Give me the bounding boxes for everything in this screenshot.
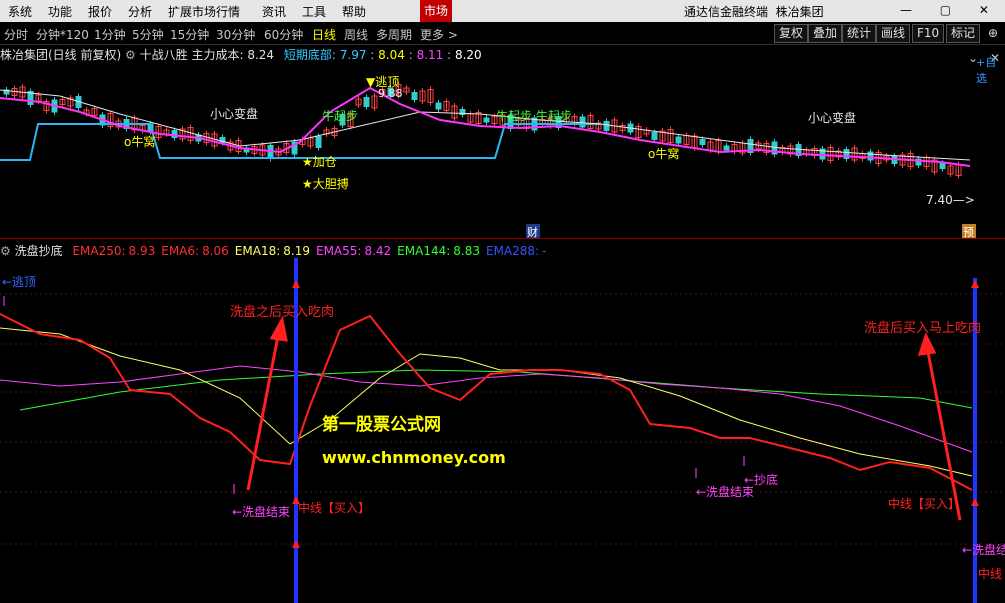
low-price-label: 7.40—> — [926, 193, 975, 207]
main-chart-title: 株冶集团(日线 前复权) ⚙ 十战八胜 主力成本: 8.24 短期底部: 7.9… — [0, 48, 482, 62]
stock-name: 株冶集团 — [775, 5, 824, 19]
menu-item-analysis[interactable]: 分析 — [128, 3, 152, 20]
niu-wo-label-2: o牛窝 — [648, 146, 679, 161]
zhongxian-label-1: 中线【买入】 — [298, 500, 370, 515]
watermark-title: 第一股票公式网 — [322, 414, 441, 435]
menu-item-tools[interactable]: 工具 — [302, 3, 326, 20]
jiacang-label: ★加仓 — [302, 155, 337, 169]
sub-chart[interactable]: ←逃顶 洗盘之后买入吃肉 洗盘后买入马上吃肉 ←洗盘结束 中线【买入】 ←洗盘结… — [0, 258, 1005, 603]
bottom-value-2: 8.04 — [378, 48, 405, 62]
ema55-line — [0, 365, 973, 453]
ema-legend-0: EMA250: 8.93 — [72, 244, 156, 258]
period-min120[interactable]: 分钟*120 — [36, 26, 89, 43]
cost-value: 8.24 — [247, 48, 275, 62]
menu-item-system[interactable]: 系统 — [8, 3, 32, 20]
expand-icon[interactable]: ⊕ — [988, 26, 998, 40]
zhongxian-label-2: 中线【买入】 — [888, 496, 960, 511]
careful-label-2: 小心变盘 — [808, 110, 856, 125]
indicator-name[interactable]: 十战八胜 — [140, 48, 188, 62]
menu-item-function[interactable]: 功能 — [48, 3, 72, 20]
period-60min[interactable]: 60分钟 — [264, 26, 303, 43]
menu-item-quote[interactable]: 报价 — [88, 3, 112, 20]
menu-item-extended-market[interactable]: 扩展市场行情 — [168, 3, 240, 20]
forecast-marker-label: 预 — [963, 226, 974, 238]
gear-icon[interactable]: ⚙ — [0, 244, 11, 258]
ema-legend-4: EMA144: 8.83 — [397, 244, 480, 258]
statistics-button[interactable]: 统计 — [842, 24, 877, 43]
period-1min[interactable]: 1分钟 — [94, 26, 126, 43]
bottom-value-4: 8.20 — [454, 48, 482, 62]
wash-end-label-1: ←洗盘结束 — [232, 504, 290, 519]
ema-legend-3: EMA55: 8.42 — [315, 244, 392, 258]
period-toolbar: 分时 分钟*120 1分钟 5分钟 15分钟 30分钟 60分钟 日线 周线 多… — [0, 22, 1005, 45]
main-chart[interactable]: 小心变盘 小心变盘 ▼逃顶 9.88 牛起步 牛起步 牛起步 o牛窝 o牛窝 ★… — [0, 62, 1005, 238]
sub-indicator-name[interactable]: 洗盘抄底 — [15, 244, 63, 258]
buy-after-label-2: 洗盘后买入马上吃肉 — [864, 320, 981, 336]
period-weekly[interactable]: 周线 — [344, 26, 368, 43]
app-title: 通达信金融终端 株冶集团 — [684, 5, 824, 19]
ema-legend-5: EMA288: - — [485, 244, 547, 258]
window-controls[interactable]: — ▢ ✕ — [900, 3, 1001, 17]
finance-marker-label: 财 — [527, 225, 538, 238]
panel-divider — [0, 238, 1005, 239]
cost-label: 主力成本: — [191, 48, 244, 62]
niu-qibu-label-1: 牛起步 — [322, 108, 358, 123]
period-15min[interactable]: 15分钟 — [170, 26, 209, 43]
careful-label-1: 小心变盘 — [210, 106, 258, 121]
bottom-label: 短期底部: — [283, 48, 336, 62]
gear-icon[interactable]: ⚙ — [125, 48, 136, 62]
restore-rights-button[interactable]: 复权 — [774, 24, 809, 43]
high-price-label: 9.88 — [378, 87, 403, 100]
draw-line-button[interactable]: 画线 — [876, 24, 911, 43]
menu-item-info[interactable]: 资讯 — [262, 3, 286, 20]
watermark-url: www.chnmoney.com — [322, 448, 506, 467]
period-more[interactable]: 更多 > — [420, 26, 458, 43]
market-button[interactable]: 市场 — [420, 0, 452, 22]
wash-end-label-3: ←洗盘结 — [962, 542, 1005, 557]
menu-bar: 系统 功能 报价 分析 扩展市场行情 资讯 工具 帮助 市场 通达信金融终端 株… — [0, 0, 1005, 23]
chaodi-label: ←抄底 — [744, 472, 778, 487]
period-30min[interactable]: 30分钟 — [216, 26, 255, 43]
period-fenshi[interactable]: 分时 — [4, 26, 28, 43]
dadan-label: ★大胆搏 — [302, 177, 349, 191]
period-daily[interactable]: 日线 — [312, 26, 336, 43]
period-5min[interactable]: 5分钟 — [132, 26, 164, 43]
mark-button[interactable]: 标记 — [946, 24, 981, 43]
stock-title: 株冶集团(日线 前复权) — [0, 48, 122, 62]
escape-top-label: ←逃顶 — [2, 275, 36, 289]
f10-button[interactable]: F10 — [912, 24, 945, 43]
sub-chart-title: ⚙ 洗盘抄底 EMA250: 8.93 EMA6: 8.06 EMA18: 8.19 EMA… — [0, 242, 546, 258]
buy-after-label-1: 洗盘之后买入吃肉 — [230, 304, 334, 320]
zhongxian-label-3: 中线 — [978, 566, 1002, 581]
overlay-button[interactable]: 叠加 — [808, 24, 843, 43]
ema-legend-2: EMA18: 8.19 — [234, 244, 310, 258]
period-multi[interactable]: 多周期 — [376, 26, 412, 43]
bottom-value-1: 7.97 — [339, 48, 367, 62]
niu-qibu-label-2: 牛起步 牛起步 — [496, 108, 572, 123]
bottom-value-3: 8.11 — [416, 48, 444, 62]
niu-wo-label-1: o牛窝 — [124, 134, 155, 149]
ema-legend-1: EMA6: 8.06 — [161, 244, 229, 258]
menu-item-help[interactable]: 帮助 — [342, 3, 366, 20]
